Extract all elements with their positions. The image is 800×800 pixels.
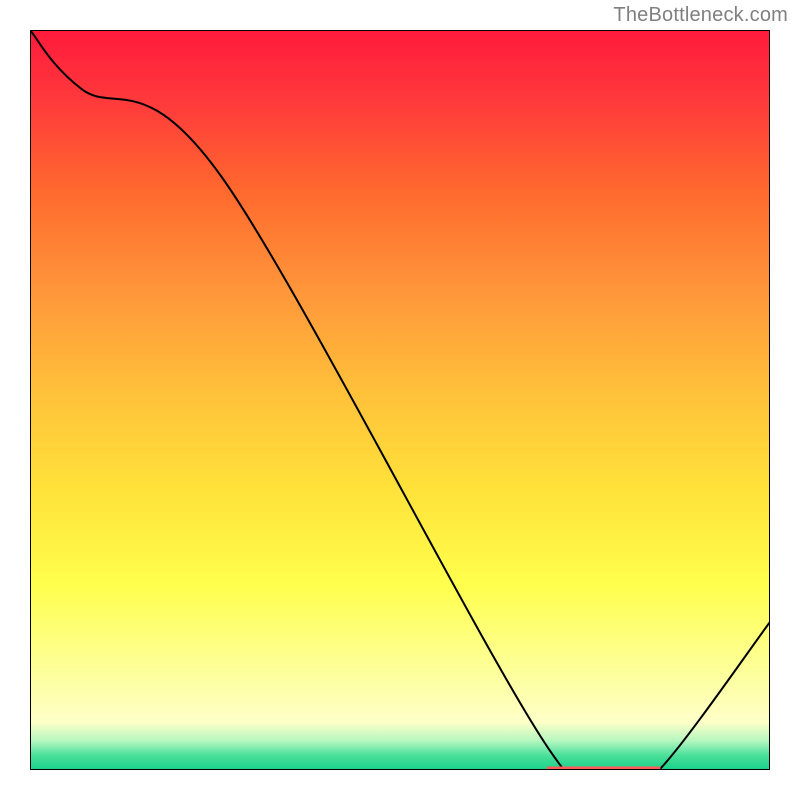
chart-svg <box>30 30 770 770</box>
chart-background <box>30 30 770 770</box>
watermark-text: TheBottleneck.com <box>613 4 788 27</box>
chart-plot-area <box>30 30 770 770</box>
